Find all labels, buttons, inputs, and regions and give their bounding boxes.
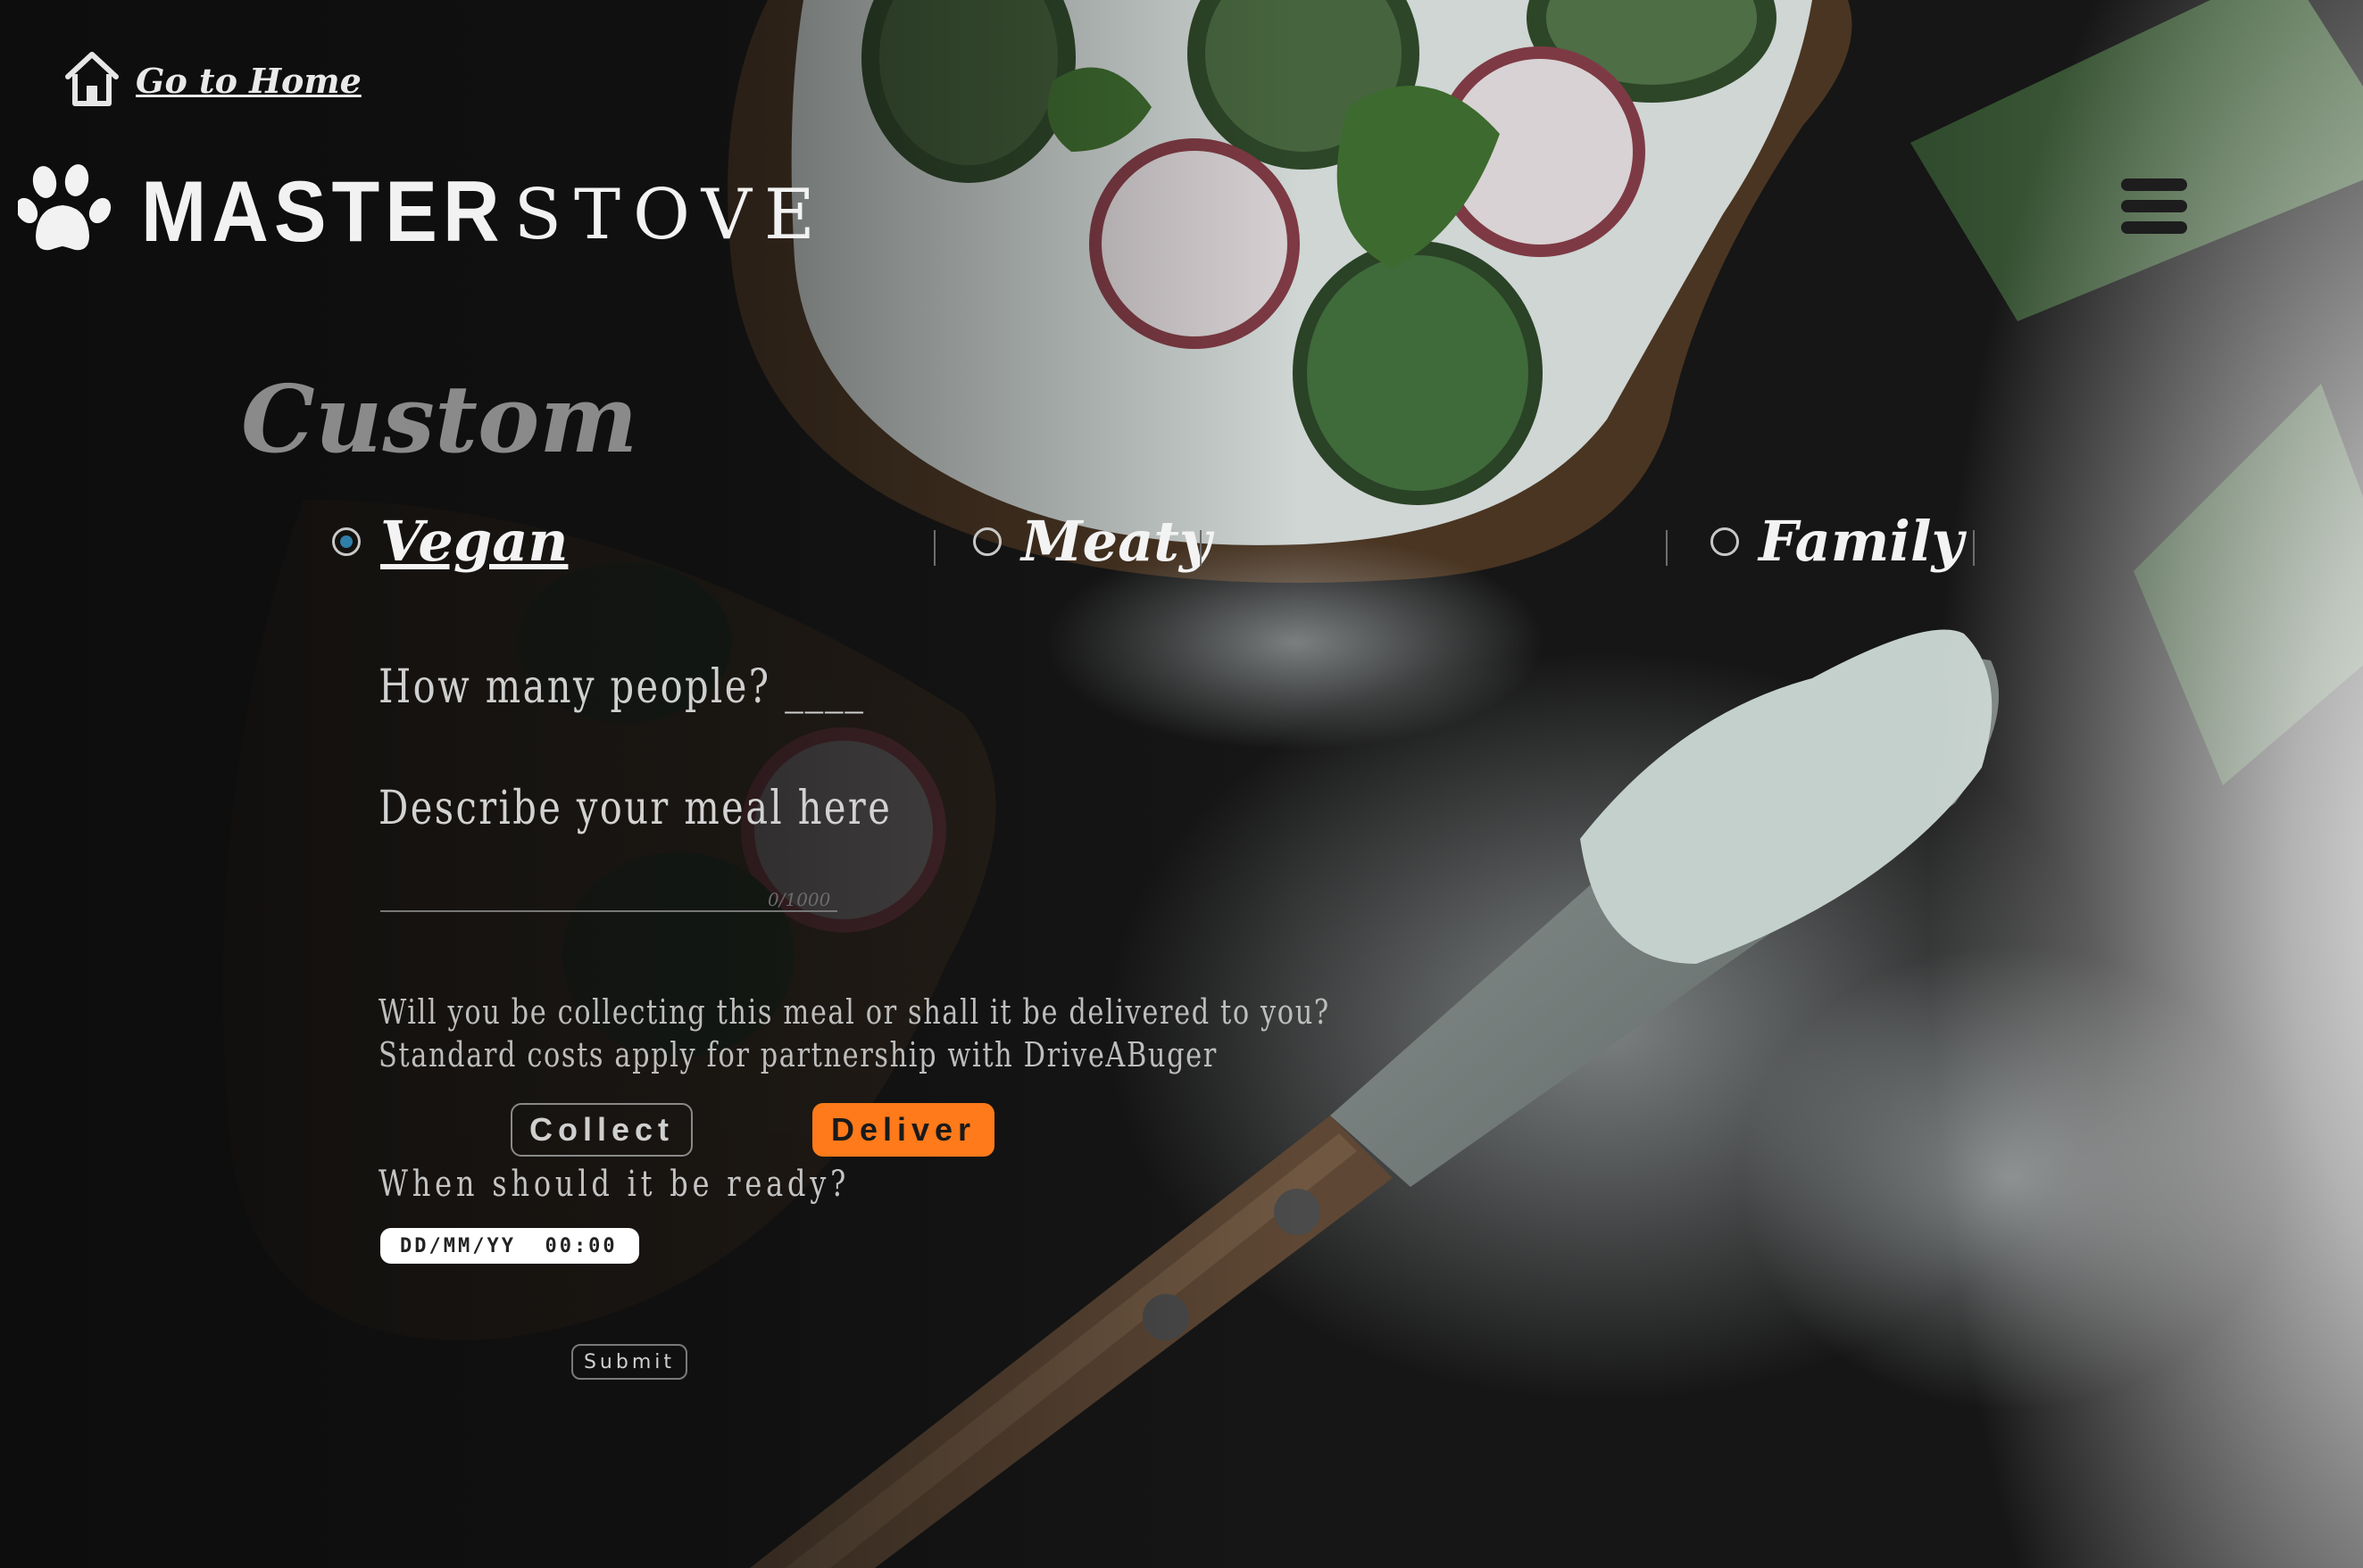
deliver-button[interactable]: Deliver — [812, 1103, 994, 1157]
option-family[interactable]: Family — [1710, 509, 1964, 574]
divider — [1666, 530, 1668, 566]
brand-name: MASTER STOVE — [141, 162, 828, 260]
option-label-meaty[interactable]: Meaty — [1021, 509, 1211, 574]
option-label-vegan[interactable]: Vegan — [380, 509, 568, 574]
option-label-family[interactable]: Family — [1759, 509, 1964, 574]
people-question[interactable]: How many people? ____ — [379, 660, 865, 714]
paw-icon — [15, 161, 112, 262]
meal-description-input[interactable]: Describe your meal here — [379, 782, 892, 835]
radio-meaty[interactable] — [973, 527, 1002, 556]
brand-name-bold: MASTER — [141, 162, 505, 260]
radio-family[interactable] — [1710, 527, 1739, 556]
people-count-input[interactable]: ____ — [785, 660, 865, 714]
divider — [934, 530, 936, 566]
delivery-question-line1: Will you be collecting this meal or shal… — [379, 992, 1330, 1032]
people-question-label: How many people? — [379, 660, 771, 714]
datetime-input[interactable]: DD/MM/YY 00:00 — [380, 1228, 639, 1264]
go-to-home-link[interactable]: Go to Home — [64, 50, 362, 111]
hamburger-menu-icon[interactable] — [2121, 178, 2187, 236]
menu-bar — [2121, 221, 2187, 234]
menu-bar — [2121, 178, 2187, 191]
radio-vegan[interactable] — [332, 527, 361, 556]
option-meaty[interactable]: Meaty — [973, 509, 1211, 574]
collect-button[interactable]: Collect — [511, 1103, 693, 1157]
brand-logo[interactable]: MASTER STOVE — [15, 161, 828, 262]
home-link-label[interactable]: Go to Home — [136, 61, 362, 101]
character-counter: 0/1000 — [768, 889, 831, 910]
option-vegan[interactable]: Vegan — [332, 509, 568, 574]
menu-bar — [2121, 200, 2187, 212]
house-icon — [64, 50, 120, 111]
meal-description-underline — [380, 910, 837, 912]
delivery-question-line2: Standard costs apply for partnership wit… — [379, 1035, 1218, 1074]
submit-button[interactable]: Submit — [571, 1344, 687, 1380]
divider — [1973, 530, 1975, 566]
ready-time-question: When should it be ready? — [379, 1164, 851, 1205]
brand-name-light: STOVE — [513, 175, 828, 255]
page-title: Custom — [241, 364, 638, 474]
divider — [1200, 530, 1202, 566]
delivery-question: Will you be collecting this meal or shal… — [379, 991, 1330, 1076]
